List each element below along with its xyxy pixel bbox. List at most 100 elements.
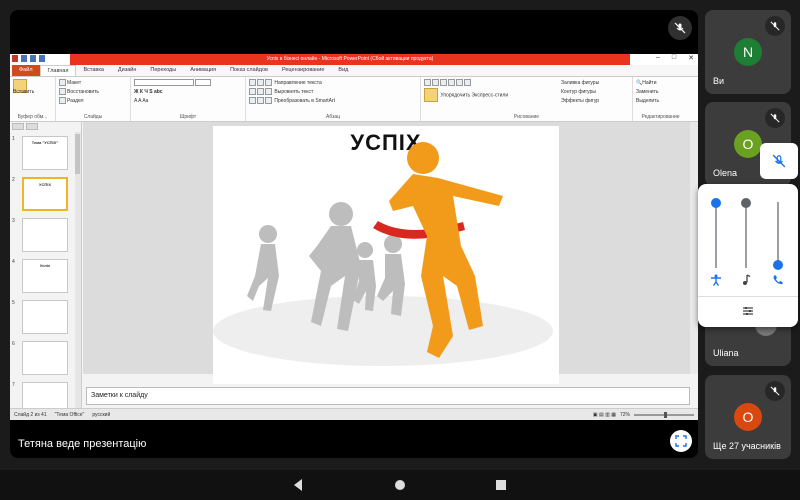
layout-icon (59, 79, 66, 87)
avatar: O (734, 403, 762, 431)
thumbnail-scrollbar[interactable] (75, 132, 81, 408)
arrange-icon[interactable] (424, 88, 438, 102)
ribbon-tab[interactable]: Дизайн (111, 65, 144, 76)
arrange-button[interactable]: Упорядочить (440, 92, 470, 98)
layout-button[interactable]: Макет (67, 80, 81, 86)
view-buttons-icon[interactable]: ▣ ▤ ▥ ▦ (593, 412, 616, 418)
presenter-label: Тетяна веде презентацію (18, 438, 147, 450)
thumbnail-label: УСПІХ (38, 182, 52, 187)
language[interactable]: русский (92, 412, 110, 418)
slide-thumbnail[interactable] (22, 341, 68, 375)
ribbon-tab[interactable]: Вид (331, 65, 355, 76)
ppt-titlebar: Успіх в бізнесі онлайн - Microsoft Power… (10, 54, 698, 65)
slide-thumbnail-pane: 1 Тема "УСПІХ" 2 УСПІХ 3 4 Успіх 5 6 7 (10, 122, 82, 416)
android-navbar (0, 470, 800, 500)
participant-tile-self[interactable]: N Ви (705, 10, 791, 94)
recents-icon[interactable] (495, 478, 507, 492)
thumbnail-number: 2 (12, 177, 15, 183)
shape-fill-button[interactable]: Заливка фигуры (561, 80, 599, 86)
slide-thumbnail[interactable] (22, 218, 68, 252)
font-format-buttons[interactable]: Ж К Ч S abc (134, 88, 242, 97)
editor-scrollbar[interactable] (690, 122, 698, 374)
mic-off-icon (772, 154, 786, 168)
slides-group-label: Слайды (83, 114, 103, 120)
shape-effects-button[interactable]: Эффекты фигур (561, 98, 599, 104)
align-text-button[interactable]: Выровнять текст (274, 89, 313, 95)
theme-name: "Тема Office" (54, 411, 85, 418)
zoom-control[interactable]: ▣ ▤ ▥ ▦ 72% (593, 411, 694, 418)
thumbnail-number: 6 (12, 341, 15, 347)
text-direction-button[interactable]: Направление текста (274, 80, 321, 86)
slide-thumbnail[interactable]: Тема "УСПІХ" (22, 136, 68, 170)
participant-name: Ви (713, 76, 725, 86)
ribbon-tab[interactable]: Показ слайдов (223, 65, 275, 76)
slide-thumbnail[interactable] (22, 300, 68, 334)
editing-group-label: Редактирование (641, 114, 680, 120)
current-slide[interactable]: УСПІХ (213, 126, 559, 384)
smartart-button[interactable]: Преобразовать в SmartArt (274, 98, 335, 104)
paragraph-group-label: Абзац (325, 114, 341, 120)
ribbon-tab[interactable]: Анимация (183, 65, 223, 76)
ribbon-tab[interactable]: Переходы (143, 65, 183, 76)
slide-thumbnail[interactable]: УСПІХ (22, 177, 68, 211)
section-button[interactable]: Раздел (67, 98, 84, 104)
drawing-group-label: Рисование (513, 114, 540, 120)
ribbon-tab[interactable]: Вставка (76, 65, 110, 76)
audio-levels-popup (698, 184, 798, 327)
clipboard-group: Вставить Буфер обм... (10, 77, 56, 121)
select-button[interactable]: Выделить (636, 98, 659, 104)
maximize-icon: □ (671, 54, 677, 61)
avatar: O (734, 130, 762, 158)
call-volume-slider[interactable] (773, 198, 783, 278)
pane-tabs[interactable] (10, 122, 81, 132)
participant-name: Uliana (713, 348, 739, 358)
ribbon-tabs: Файл Главная Вставка Дизайн Переходы Анимация… (10, 65, 698, 77)
quick-styles-button[interactable]: Экспресс-стили (472, 92, 509, 98)
shape-outline-button[interactable]: Контур фигуры (561, 89, 596, 95)
mute-toggle-button[interactable] (760, 143, 798, 179)
quick-access-toolbar[interactable] (12, 55, 45, 62)
paste-button[interactable]: Вставить (13, 88, 52, 97)
success-runners-image (213, 142, 553, 366)
accessibility-icon (711, 274, 721, 286)
thumbnail-label (23, 383, 67, 386)
drawing-group: Упорядочить Экспресс-стили Заливка фигур… (421, 77, 633, 121)
font-size-buttons[interactable]: A A Aa (134, 97, 242, 106)
participant-name: Olena (713, 168, 738, 178)
paragraph-group: Направление текста Выровнять текст Преоб… (246, 77, 421, 121)
ribbon-tab[interactable]: Файл (12, 65, 40, 76)
minimize-icon: – (655, 54, 660, 61)
reset-button[interactable]: Восстановить (67, 89, 99, 95)
find-button[interactable]: Найти (642, 80, 656, 86)
ribbon-tab[interactable]: Главная (39, 65, 77, 76)
ribbon-tab[interactable]: Рецензирование (275, 65, 331, 76)
font-group: Ж К Ч S abc A A Aa Шрифт (131, 77, 246, 121)
zoom-slider[interactable] (634, 411, 694, 418)
ppt-statusbar: Слайд 2 из 41 "Тема Office" русский ▣ ▤ … (10, 408, 698, 420)
powerpoint-window: Успіх в бізнесі онлайн - Microsoft Power… (10, 54, 698, 420)
more-participants-tile[interactable]: O Ще 27 учасників (705, 375, 791, 459)
replace-button[interactable]: Заменить (636, 89, 658, 95)
ppt-body: 1 Тема "УСПІХ" 2 УСПІХ 3 4 Успіх 5 6 7 УСПІХ (10, 122, 698, 416)
accessibility-volume-slider[interactable] (711, 198, 721, 278)
slide-thumbnail[interactable]: Успіх (22, 259, 68, 293)
notes-field[interactable]: Заметки к слайду (86, 387, 690, 405)
tune-settings-icon[interactable] (741, 304, 755, 318)
thumbnail-label (23, 301, 67, 304)
thumbnail-number: 3 (12, 218, 15, 224)
mic-off-icon (668, 16, 692, 40)
window-controls[interactable]: – □ ✕ (656, 54, 694, 62)
mic-off-icon (765, 108, 785, 128)
font-select[interactable] (134, 79, 242, 88)
media-volume-slider[interactable] (741, 198, 751, 278)
mic-off-icon (765, 16, 785, 36)
slides-group: Макет Восстановить Раздел Слайды (56, 77, 131, 121)
section-icon (59, 97, 66, 105)
close-icon: ✕ (688, 55, 694, 62)
clipboard-group-label: Буфер обм... (17, 114, 48, 120)
back-icon[interactable] (292, 478, 304, 492)
home-icon[interactable] (393, 478, 407, 492)
fullscreen-button[interactable] (670, 430, 692, 452)
avatar: N (734, 38, 762, 66)
zoom-level[interactable]: 72% (620, 412, 630, 418)
